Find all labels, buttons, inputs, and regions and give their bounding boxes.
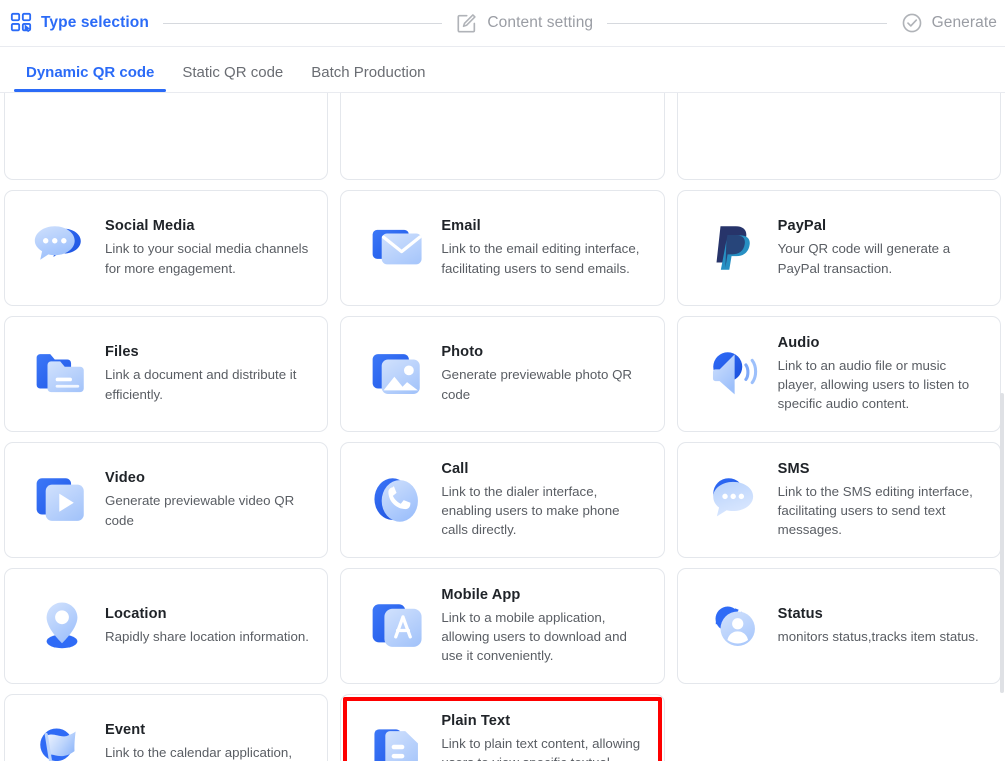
- stepper-connector-1: [162, 22, 443, 24]
- step-generate[interactable]: Generate: [901, 12, 997, 34]
- card-description: Link to plain text content, allowing use…: [441, 735, 641, 761]
- card-description: Generate previewable photo QR code: [441, 367, 633, 402]
- qr-type-card-event[interactable]: Event Link to the calendar application, e…: [4, 694, 329, 761]
- stepper-connector-2: [607, 22, 887, 24]
- card-description: Link a document and distribute it effici…: [105, 367, 297, 402]
- qr-type-card-location[interactable]: Location Rapidly share location informati…: [4, 568, 329, 684]
- edit-square-icon: [456, 12, 478, 34]
- qr-type-card-status[interactable]: Status monitors status,tracks item status…: [676, 568, 1001, 684]
- card-text: Mobile App Link to a mobile application, …: [441, 587, 647, 665]
- card-description: Link to the calendar application, enabli…: [105, 745, 293, 761]
- tab-dynamic-qr-code[interactable]: Dynamic QR code: [12, 64, 168, 92]
- card-title: Photo: [441, 344, 484, 361]
- card-text: Location Rapidly share location informati…: [105, 606, 311, 646]
- email-icon: [369, 219, 427, 277]
- qr-type-card-call[interactable]: Call Link to the dialer interface, enabli…: [340, 442, 665, 558]
- qr-type-card-photo[interactable]: Photo Generate previewable photo QR code: [340, 316, 665, 432]
- tab-label: Static QR code: [182, 64, 284, 81]
- card-text: SMS Link to the SMS editing interface, fa…: [778, 461, 984, 539]
- card-title: Event: [105, 722, 146, 739]
- tab-batch-production[interactable]: Batch Production: [297, 64, 439, 92]
- card-title: Location: [105, 605, 167, 622]
- card-description: Link to the email editing interface, fac…: [441, 241, 640, 276]
- photo-icon: [369, 345, 427, 403]
- card-title: Social Media: [105, 218, 195, 235]
- qr-type-card-sms[interactable]: SMS Link to the SMS editing interface, fa…: [676, 442, 1001, 558]
- card-text: Social Media Link to your social media ch…: [105, 218, 311, 277]
- scrollbar-thumb[interactable]: [1000, 393, 1004, 693]
- tab-static-qr-code[interactable]: Static QR code: [168, 64, 297, 92]
- paypal-icon: [706, 219, 764, 277]
- card-text: Event Link to the calendar application, e…: [105, 722, 311, 761]
- card-description: monitors status,tracks item status.: [777, 628, 979, 644]
- tab-label: Batch Production: [311, 64, 426, 81]
- wizard-stepper: Type selection Content setting Generate: [0, 0, 1005, 47]
- qr-type-card-partial[interactable]: [4, 93, 329, 180]
- qr-type-card-email[interactable]: Email Link to the email editing interface…: [340, 190, 665, 306]
- card-description: Link to your social media channels for m…: [105, 241, 309, 276]
- qr-type-card-video[interactable]: Video Generate previewable video QR code: [4, 442, 329, 558]
- qr-type-card-partial[interactable]: [340, 93, 665, 180]
- step-content-setting[interactable]: Content setting: [456, 12, 593, 34]
- step-label: Type selection: [41, 14, 149, 31]
- tab-label: Dynamic QR code: [26, 64, 155, 81]
- qr-type-card-paypal[interactable]: PayPal Your QR code will generate a PayPa…: [676, 190, 1001, 306]
- card-title: Plain Text: [441, 712, 511, 729]
- card-description: Link to the dialer interface, enabling u…: [441, 483, 620, 538]
- card-text: Files Link a document and distribute it e…: [105, 344, 311, 403]
- card-description: Generate previewable video QR code: [105, 493, 295, 528]
- step-label: Generate: [931, 14, 998, 31]
- qr-type-card-partial[interactable]: [676, 93, 1001, 180]
- sms-icon: [706, 471, 764, 529]
- video-icon: [33, 471, 91, 529]
- card-title: SMS: [777, 460, 810, 477]
- card-title: Email: [441, 218, 481, 235]
- card-description: Link to an audio file or music player, a…: [777, 357, 970, 412]
- social-media-icon: [33, 219, 91, 277]
- card-title: Video: [105, 470, 145, 487]
- audio-icon: [706, 345, 764, 403]
- card-text: Call Link to the dialer interface, enabli…: [441, 461, 647, 539]
- qr-type-card-files[interactable]: Files Link a document and distribute it e…: [4, 316, 329, 432]
- grid-select-icon: [10, 12, 32, 34]
- card-text: Plain Text Link to plain text content, al…: [441, 713, 647, 761]
- card-text: Email Link to the email editing interface…: [441, 218, 647, 277]
- card-title: PayPal: [777, 218, 827, 235]
- mobile-app-icon: [369, 597, 427, 655]
- qr-type-card-plain-text[interactable]: Plain Text Link to plain text content, al…: [340, 694, 665, 761]
- step-label: Content setting: [487, 14, 594, 31]
- qr-type-scroll-area: Social Media Link to your social media ch…: [0, 93, 1005, 761]
- qr-type-card-social-media[interactable]: Social Media Link to your social media ch…: [4, 190, 329, 306]
- card-title: Status: [777, 605, 823, 622]
- step-type-selection[interactable]: Type selection: [10, 12, 149, 34]
- check-circle-icon: [901, 12, 923, 34]
- files-icon: [33, 345, 91, 403]
- card-text: Status monitors status,tracks item status…: [778, 606, 984, 646]
- card-title: Mobile App: [441, 586, 521, 603]
- vertical-scrollbar[interactable]: [999, 93, 1005, 761]
- card-title: Files: [105, 344, 139, 361]
- card-title: Audio: [777, 334, 820, 351]
- card-title: Call: [441, 460, 469, 477]
- card-description: Rapidly share location information.: [105, 628, 309, 644]
- event-flag-icon: [33, 723, 91, 761]
- card-text: Audio Link to an audio file or music play…: [778, 335, 984, 413]
- call-icon: [369, 471, 427, 529]
- qr-type-card-audio[interactable]: Audio Link to an audio file or music play…: [676, 316, 1001, 432]
- qr-type-tabs: Dynamic QR code Static QR code Batch Pro…: [0, 47, 1005, 93]
- card-description: Your QR code will generate a PayPal tran…: [777, 241, 951, 276]
- location-pin-icon: [33, 597, 91, 655]
- qr-type-card-mobile-app[interactable]: Mobile App Link to a mobile application, …: [340, 568, 665, 684]
- qr-type-card-grid: Social Media Link to your social media ch…: [0, 93, 1005, 761]
- card-description: Link to a mobile application, allowing u…: [441, 609, 627, 664]
- card-text: Video Generate previewable video QR code: [105, 470, 311, 529]
- card-text: PayPal Your QR code will generate a PayPa…: [778, 218, 984, 277]
- card-text: Photo Generate previewable photo QR code: [441, 344, 647, 403]
- card-description: Link to the SMS editing interface, facil…: [777, 483, 973, 538]
- status-user-icon: [706, 597, 764, 655]
- plain-text-icon: [369, 723, 427, 761]
